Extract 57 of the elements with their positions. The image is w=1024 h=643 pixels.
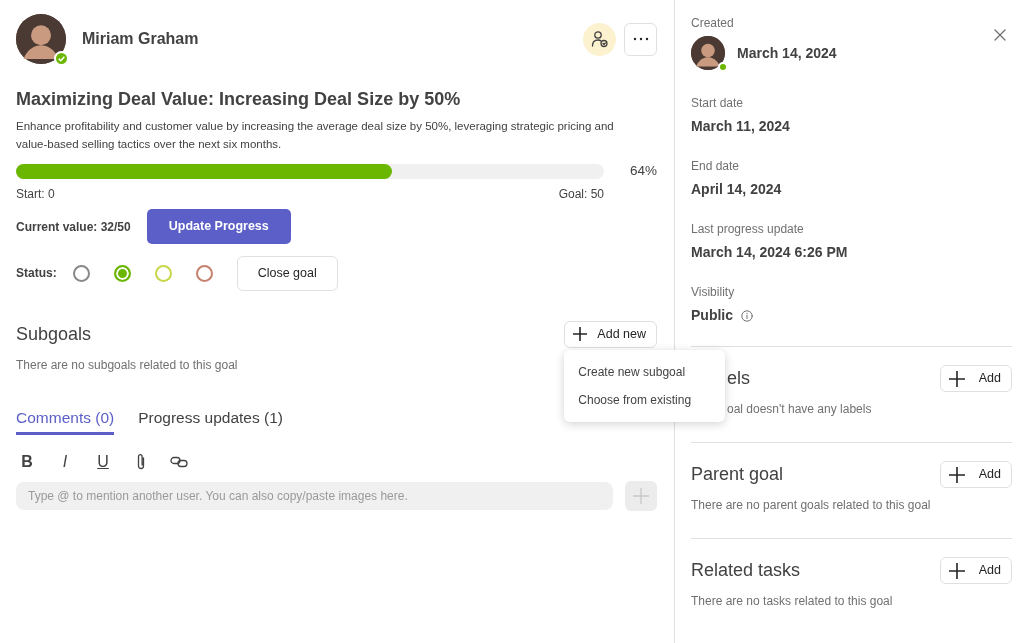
avatar [691,36,725,70]
empty-message: oal doesn't have any labels [726,401,873,418]
status-radio[interactable] [72,264,90,282]
plus-icon [633,488,649,504]
progress-percent: 64% [629,162,657,180]
tab[interactable]: Comments (0) [16,405,115,435]
start-value: Start: 0 [16,186,55,204]
update-progress-button[interactable]: Update Progress [146,209,291,244]
plus-icon [948,370,965,387]
empty-message: There are no tasks related to this goal [691,593,894,610]
plus-icon [948,466,965,483]
section-title: els [726,367,750,390]
link-icon[interactable] [170,456,188,468]
field-value: March 11, 2024 [691,117,790,136]
avatar [16,14,66,64]
current-value: Current value: 32/50 [16,218,131,236]
field-label: Start date [691,95,745,112]
paperclip-icon[interactable] [136,453,146,471]
person-icon [590,30,609,48]
section-title: Subgoals [16,322,92,346]
menu-item[interactable]: Choose from existing [564,385,726,414]
goal-description: Enhance profitability and customer value by increasing the average deal size by 50%, leveraging strategic pricing and value-based selling tactics over the next six months. [16,119,615,152]
add-button[interactable]: Add [939,365,1012,392]
comment-field[interactable]: Type @ to mention another user. You can also copy/paste images here. [16,482,613,510]
plus-icon [948,562,965,579]
tab[interactable]: Progress updates (1) [138,405,283,435]
more-icon [632,37,649,41]
underline-button[interactable]: U [92,451,114,473]
field-label: Visibility [691,284,736,301]
field-label: End date [691,158,741,175]
person-name: Miriam Graham [82,29,199,49]
field-value: March 14, 2024 6:26 PM [691,243,848,262]
status-radio[interactable] [154,264,172,282]
field-label: Last progress update [691,221,805,238]
section-title: Related tasks [691,559,801,582]
status-radio[interactable] [195,264,213,282]
section-title: Parent goal [691,463,784,486]
bold-button[interactable]: B [16,451,38,473]
field-value: April 14, 2024 [691,180,782,199]
field-value: March 14, 2024 [737,43,837,63]
empty-message: There are no parent goals related to this goal [691,497,932,514]
add-button[interactable]: Add [939,461,1012,488]
assign-button[interactable] [583,22,616,56]
status-label: Status: [16,265,57,283]
close-icon [994,28,1006,41]
italic-button[interactable]: I [54,451,76,473]
add-button[interactable]: Add [939,557,1012,584]
status-radio[interactable] [113,264,131,282]
field-value: Public [691,306,733,325]
goal-title: Maximizing Deal Value: Increasing Deal Size by 50% [16,88,462,111]
field-label: Created [691,15,735,32]
add-new-button[interactable]: Add new [564,320,657,348]
plus-icon [573,327,588,342]
close-goal-button[interactable]: Close goal [236,256,338,291]
empty-message: There are no subgoals related to this goal [16,356,238,374]
goal-value: Goal: 50 [558,186,604,204]
menu-item[interactable]: Create new subgoal [564,357,726,386]
